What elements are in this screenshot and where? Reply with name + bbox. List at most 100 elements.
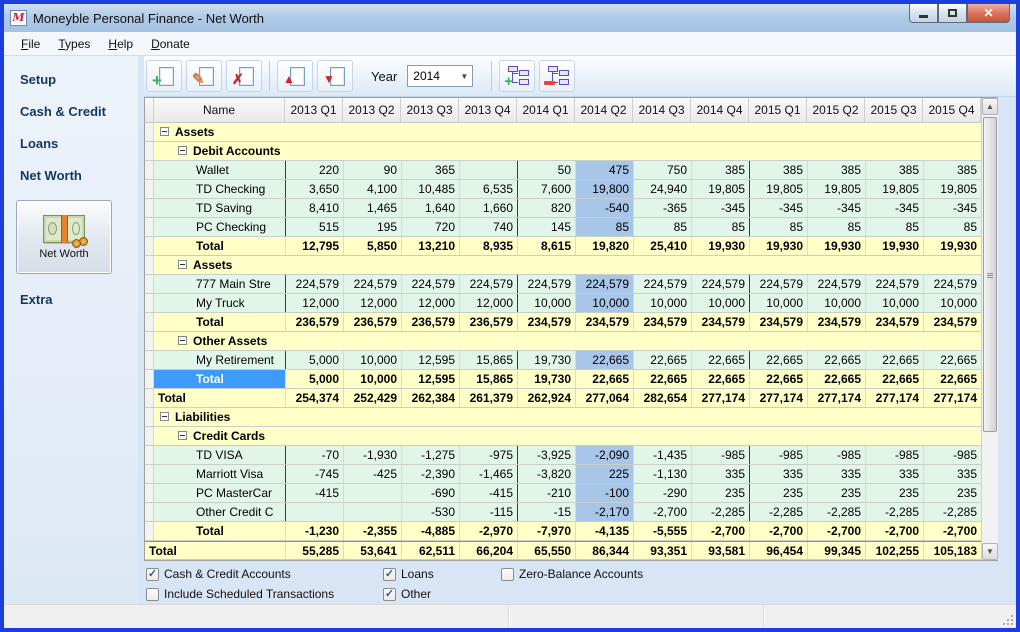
cell[interactable]: 1,465 — [343, 199, 401, 217]
cell[interactable]: 261,379 — [459, 389, 517, 407]
cell[interactable]: 22,665 — [633, 351, 691, 369]
cell[interactable]: -2,355 — [343, 522, 401, 540]
cell[interactable]: 224,579 — [865, 275, 923, 293]
cell[interactable]: 234,579 — [749, 313, 807, 331]
scroll-up-icon[interactable]: ▲ — [982, 98, 998, 115]
cell[interactable]: -2,285 — [865, 503, 923, 521]
collapse-icon[interactable] — [178, 146, 187, 155]
cell[interactable]: -345 — [923, 199, 981, 217]
cell[interactable]: 1,660 — [459, 199, 517, 217]
cell[interactable]: 282,654 — [633, 389, 691, 407]
cell[interactable]: 22,665 — [749, 351, 807, 369]
export-button[interactable]: ▼ — [317, 60, 353, 92]
cell[interactable]: -2,700 — [749, 522, 807, 540]
cell[interactable]: 19,800 — [575, 180, 633, 198]
cell[interactable]: 335 — [807, 465, 865, 483]
cell[interactable]: -415 — [459, 484, 517, 502]
cell[interactable] — [285, 503, 343, 521]
cell[interactable]: 10,000 — [923, 294, 981, 312]
cell[interactable]: -530 — [401, 503, 459, 521]
cell[interactable]: 22,665 — [691, 370, 749, 388]
checkbox-icon[interactable]: ✓ — [383, 588, 396, 601]
cell[interactable]: 93,581 — [691, 542, 749, 559]
cell[interactable]: 19,930 — [865, 237, 923, 255]
cell[interactable]: 22,665 — [749, 370, 807, 388]
cell[interactable]: 85 — [633, 218, 691, 236]
cell[interactable]: 102,255 — [865, 542, 923, 559]
menu-item-types[interactable]: Types — [49, 34, 99, 54]
cell[interactable]: 19,805 — [749, 180, 807, 198]
cell[interactable]: 12,795 — [285, 237, 343, 255]
cell[interactable]: 85 — [923, 218, 981, 236]
cell[interactable]: 277,174 — [865, 389, 923, 407]
row-name-marriott-visa[interactable]: Marriott Visa — [154, 465, 285, 483]
row-name-total[interactable]: Total — [154, 237, 285, 255]
chevron-down-icon[interactable]: ▼ — [456, 66, 472, 86]
cell[interactable]: 236,579 — [343, 313, 401, 331]
cell[interactable]: 235 — [923, 484, 981, 502]
menu-item-file[interactable]: File — [12, 34, 49, 54]
cell[interactable]: 85 — [807, 218, 865, 236]
cell[interactable]: 19,930 — [691, 237, 749, 255]
cell[interactable]: -1,130 — [633, 465, 691, 483]
resize-grip[interactable] — [1011, 623, 1013, 625]
cell[interactable]: -345 — [865, 199, 923, 217]
cell[interactable]: 224,579 — [285, 275, 343, 293]
checkbox-other[interactable]: ✓Other — [383, 585, 501, 603]
cell[interactable]: -345 — [749, 199, 807, 217]
cell[interactable]: 365 — [401, 161, 459, 179]
row-name-td-checking[interactable]: TD Checking — [154, 180, 285, 198]
cell[interactable]: 85 — [691, 218, 749, 236]
cell[interactable]: 10,000 — [633, 294, 691, 312]
cell[interactable]: 19,730 — [517, 351, 575, 369]
cell[interactable]: 234,579 — [691, 313, 749, 331]
edit-button[interactable]: ✎ — [186, 60, 222, 92]
cell[interactable]: 22,665 — [633, 370, 691, 388]
cell[interactable]: -70 — [285, 446, 343, 464]
cell[interactable]: 10,485 — [401, 180, 459, 198]
cell[interactable]: -540 — [575, 199, 633, 217]
cell[interactable]: -2,285 — [807, 503, 865, 521]
cell[interactable]: 262,384 — [401, 389, 459, 407]
cell[interactable]: 22,665 — [575, 370, 633, 388]
delete-button[interactable]: ✗ — [226, 60, 262, 92]
cell[interactable]: 10,000 — [343, 351, 401, 369]
cell[interactable]: 93,351 — [633, 542, 691, 559]
cell[interactable]: -745 — [285, 465, 343, 483]
cell[interactable]: 740 — [459, 218, 517, 236]
sidebar-item-setup[interactable]: Setup — [20, 72, 138, 87]
collapse-icon[interactable] — [160, 127, 169, 136]
vertical-scrollbar[interactable]: ▲ ▼ — [981, 98, 998, 560]
row-name-other-credit-c[interactable]: Other Credit C — [154, 503, 285, 521]
row-name-td-saving[interactable]: TD Saving — [154, 199, 285, 217]
cell[interactable]: 19,805 — [865, 180, 923, 198]
collapse-icon[interactable] — [178, 336, 187, 345]
cell[interactable]: 220 — [285, 161, 343, 179]
networth-button[interactable]: Net Worth — [16, 200, 112, 274]
collapse-icon[interactable] — [178, 431, 187, 440]
cell[interactable]: 22,665 — [807, 351, 865, 369]
cell[interactable]: -3,820 — [517, 465, 575, 483]
cell[interactable]: 195 — [343, 218, 401, 236]
cell[interactable]: -2,285 — [923, 503, 981, 521]
import-button[interactable]: ▲ — [277, 60, 313, 92]
cell[interactable]: 50 — [517, 161, 575, 179]
cell[interactable]: -100 — [575, 484, 633, 502]
cell[interactable]: 277,064 — [575, 389, 633, 407]
checkbox-cash-credit-accounts[interactable]: ✓Cash & Credit Accounts — [146, 565, 383, 583]
cell[interactable]: 224,579 — [691, 275, 749, 293]
cell[interactable]: 12,595 — [401, 351, 459, 369]
cell[interactable]: 12,595 — [401, 370, 459, 388]
row-name-777-main-stre[interactable]: 777 Main Stre — [154, 275, 285, 293]
cell[interactable]: 234,579 — [865, 313, 923, 331]
cell[interactable]: -985 — [923, 446, 981, 464]
cell[interactable]: 8,410 — [285, 199, 343, 217]
checkbox-include-scheduled-transactions[interactable]: Include Scheduled Transactions — [146, 585, 383, 603]
checkbox-loans[interactable]: ✓Loans — [383, 565, 501, 583]
cell[interactable]: 335 — [691, 465, 749, 483]
add-button[interactable]: + — [146, 60, 182, 92]
cell[interactable]: 235 — [807, 484, 865, 502]
cell[interactable]: -425 — [343, 465, 401, 483]
cell[interactable]: 236,579 — [459, 313, 517, 331]
cell[interactable]: -3,925 — [517, 446, 575, 464]
